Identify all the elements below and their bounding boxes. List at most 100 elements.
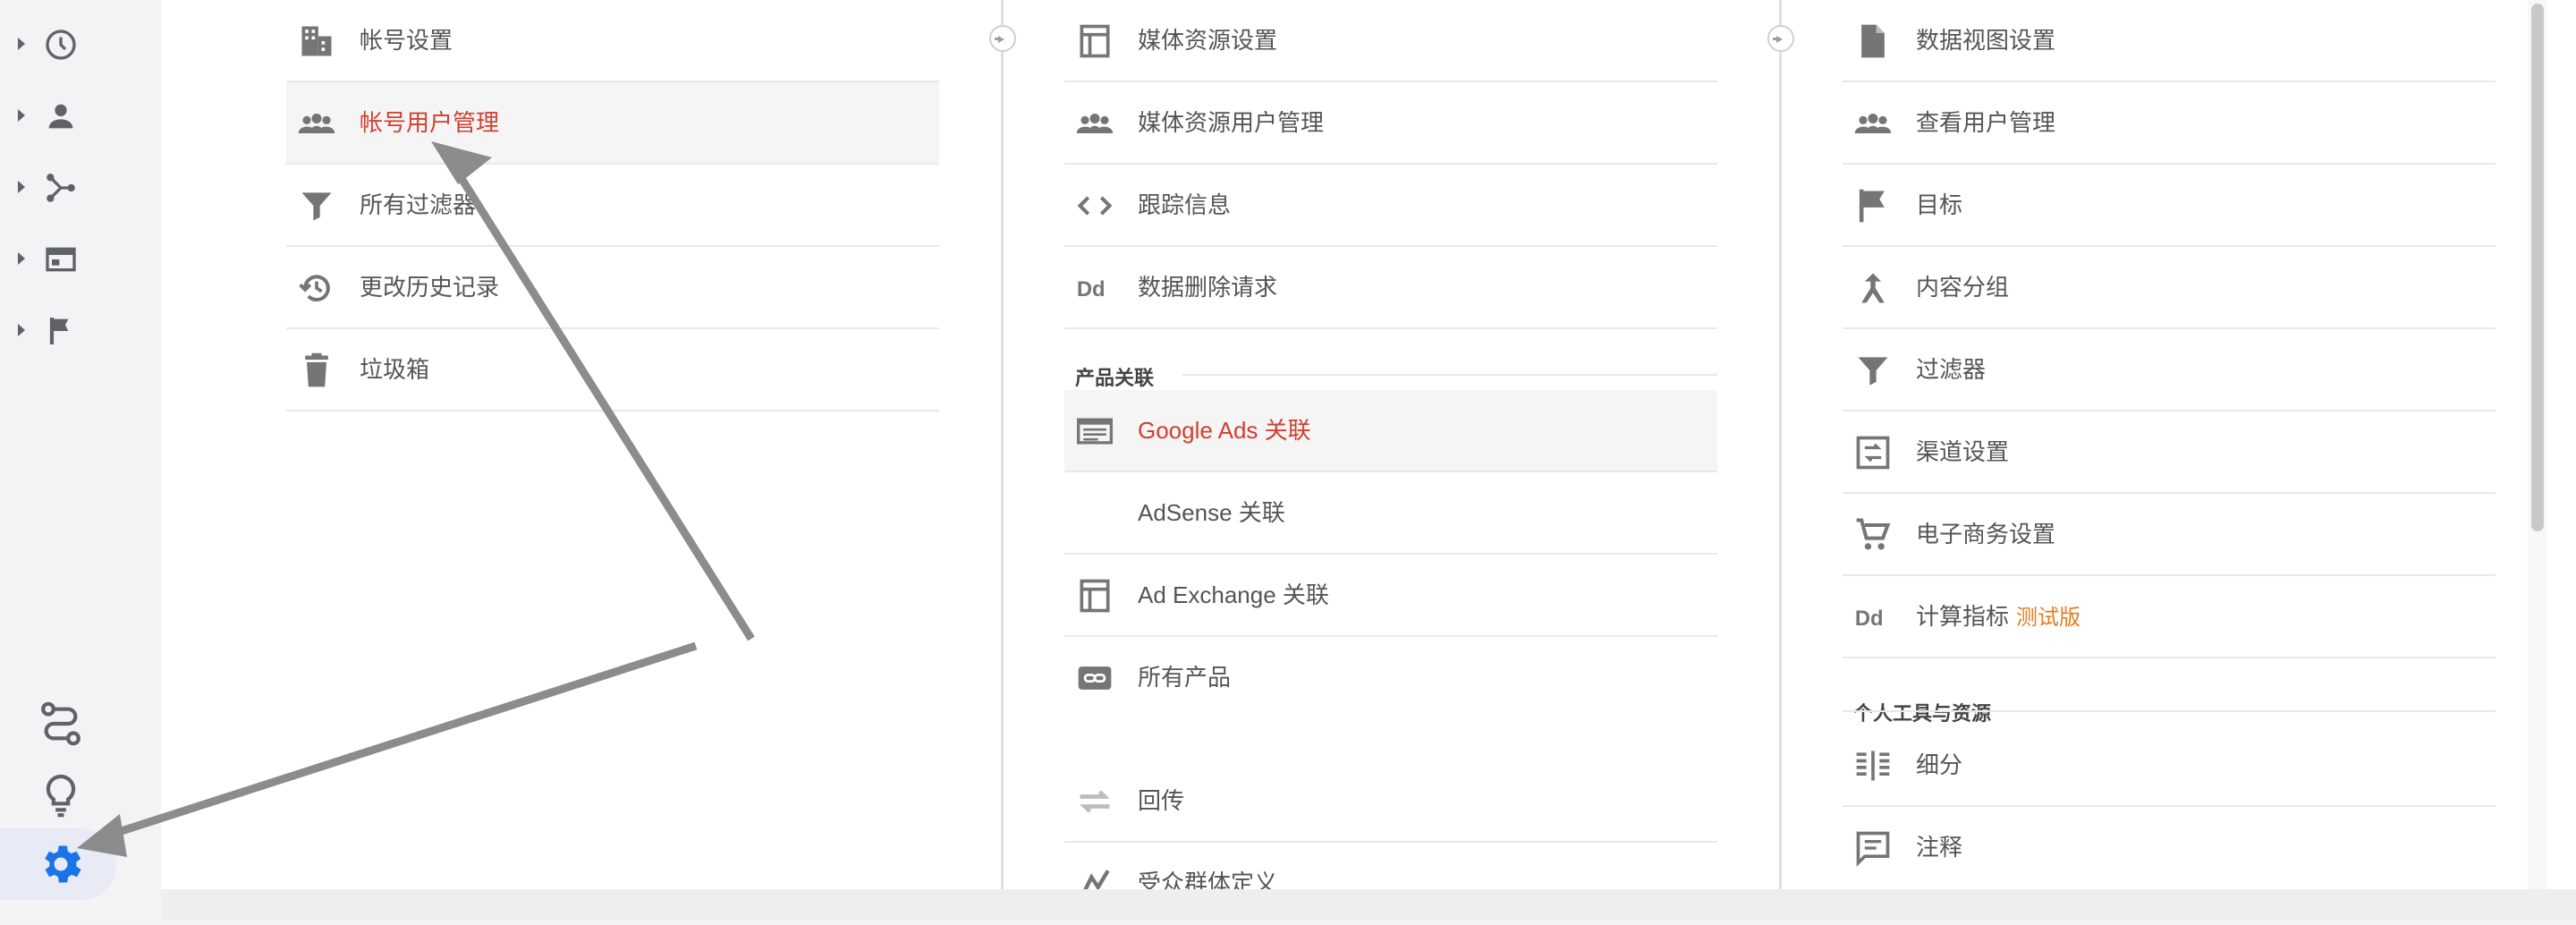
annotations-row[interactable]: 注释 (1843, 807, 2496, 889)
property-user-management-row[interactable]: 媒体资源用户管理 (1064, 82, 1717, 165)
history-icon (299, 275, 330, 301)
account-user-management-row[interactable]: 帐号用户管理 (286, 82, 939, 165)
lightbulb-icon[interactable] (36, 770, 86, 820)
postback-icon (1080, 790, 1110, 813)
calculated-metrics-row[interactable]: Dd 计算指标 测试版 (1843, 576, 2496, 658)
rail-item-conversions[interactable] (18, 304, 116, 358)
channel-settings-row[interactable]: 渠道设置 (1843, 412, 2496, 494)
svg-text:Dd: Dd (1855, 607, 1884, 631)
view-user-management-row[interactable]: 查看用户管理 (1843, 82, 2496, 165)
row-label: 跟踪信息 (1138, 191, 1232, 218)
product-linking-section-title: 产品关联 (1075, 367, 1155, 389)
trash-icon (305, 352, 328, 387)
beta-badge: 测试版 (2016, 606, 2081, 630)
row-label: 目标 (1916, 191, 1963, 218)
row-label: 电子商务设置 (1916, 521, 2056, 547)
row-label: 更改历史记录 (360, 274, 500, 301)
scrollbar-thumb[interactable] (2531, 4, 2544, 531)
grouping-icon (1861, 273, 1885, 303)
column-arrow-icon (989, 25, 1016, 52)
view-settings-row[interactable]: 数据视图设置 (1843, 0, 2496, 82)
flag-icon (1859, 189, 1885, 223)
filter-icon (1858, 357, 1888, 386)
content-grouping-row[interactable]: 内容分组 (1843, 247, 2496, 329)
dd-icon: Dd (1077, 277, 1106, 301)
ecommerce-settings-row[interactable]: 电子商务设置 (1843, 494, 2496, 576)
data-deletion-row[interactable]: Dd 数据删除请求 (1064, 247, 1717, 329)
filter-icon (301, 192, 332, 221)
rail-item-audience[interactable] (18, 89, 116, 143)
section-divider (1182, 374, 1717, 376)
row-label: Ad Exchange 关联 (1138, 581, 1329, 608)
property-settings-row[interactable]: 媒体资源设置 (1064, 0, 1717, 82)
personal-tools-section-title: 个人工具与资源 (1853, 702, 1992, 725)
rail-item-realtime[interactable] (18, 18, 116, 72)
fork-icon (47, 174, 75, 202)
browser-icon (46, 247, 76, 272)
row-label: 注释 (1916, 834, 1963, 861)
clock-icon (46, 30, 76, 60)
adsense-linking-row[interactable]: AdSense 关联 (1064, 472, 1717, 555)
row-label: AdSense 关联 (1138, 499, 1285, 526)
tracking-info-row[interactable]: 跟踪信息 (1064, 165, 1717, 247)
admin-content: 帐号设置 帐号用户管理 所有过滤器 更改历史记录 垃圾箱 媒体资源设置 媒体资源… (161, 0, 2576, 898)
gear-icon[interactable] (36, 839, 86, 889)
row-label: 所有过滤器 (360, 191, 477, 218)
rail-item-acquisition[interactable] (18, 161, 116, 215)
channel-icon (1856, 436, 1890, 470)
segments-row[interactable]: 细分 (1843, 725, 2496, 807)
svg-text:Dd: Dd (1077, 277, 1106, 301)
row-label: 帐号设置 (360, 27, 453, 54)
layout-icon (1080, 579, 1110, 613)
row-label: 渠道设置 (1916, 438, 2010, 465)
row-label: 内容分组 (1916, 274, 2010, 301)
calculated-metrics-label: 计算指标 (1916, 603, 2010, 630)
expand-caret-icon (18, 181, 25, 193)
filters-row[interactable]: 过滤器 (1843, 329, 2496, 412)
row-label: 回传 (1138, 787, 1185, 814)
users-icon (298, 114, 335, 133)
change-history-row[interactable]: 更改历史记录 (286, 247, 939, 329)
dd-icon: Dd (1855, 607, 1884, 631)
expand-caret-icon (18, 324, 25, 336)
property-column: 媒体资源设置 媒体资源用户管理 跟踪信息 Dd 数据删除请求 产品关联 Goog… (1064, 0, 1717, 898)
row-label: 细分 (1916, 751, 1963, 778)
users-icon (1854, 114, 1892, 133)
google-ads-linking-row[interactable]: Google Ads 关联 (1064, 390, 1717, 472)
account-settings-row[interactable]: 帐号设置 (286, 0, 939, 82)
code-icon (1077, 196, 1113, 216)
postback-row[interactable]: 回传 (1064, 760, 1717, 843)
layout-icon (1080, 24, 1110, 58)
section-divider (1843, 710, 2496, 712)
goals-row[interactable]: 目标 (1843, 165, 2496, 247)
segment-icon (1856, 751, 1890, 781)
all-filters-row[interactable]: 所有过滤器 (286, 165, 939, 247)
building-icon (301, 26, 332, 56)
account-column: 帐号设置 帐号用户管理 所有过滤器 更改历史记录 垃圾箱 (286, 0, 939, 889)
row-label: 数据视图设置 (1916, 27, 2056, 54)
row-label: 媒体资源用户管理 (1138, 109, 1325, 136)
document-icon (1861, 24, 1885, 58)
expand-caret-icon (18, 38, 25, 50)
row-label: 媒体资源设置 (1138, 27, 1278, 54)
row-label: 帐号用户管理 (360, 109, 500, 136)
expand-caret-icon (18, 109, 25, 122)
view-column: 数据视图设置 查看用户管理 目标 内容分组 过滤器 渠道设置 电子商务设置 Dd… (1843, 0, 2496, 889)
row-label: 查看用户管理 (1916, 109, 2056, 136)
ad-exchange-linking-row[interactable]: Ad Exchange 关联 (1064, 555, 1717, 637)
route-icon[interactable] (36, 699, 86, 749)
all-products-row[interactable]: 所有产品 (1064, 637, 1717, 719)
left-nav-rail (0, 0, 161, 920)
comment-icon (1856, 831, 1890, 867)
trash-row[interactable]: 垃圾箱 (286, 329, 939, 412)
row-label: 垃圾箱 (360, 356, 430, 383)
row-label: Google Ads 关联 (1138, 417, 1311, 444)
person-icon (48, 104, 73, 129)
row-label: 所有产品 (1138, 664, 1232, 691)
ads-icon (1077, 418, 1113, 445)
row-label: 数据删除请求 (1138, 274, 1278, 301)
users-icon (1076, 114, 1114, 133)
row-label: 计算指标 测试版 (1916, 601, 2080, 633)
column-divider (1001, 0, 1004, 889)
rail-item-behavior[interactable] (18, 233, 116, 286)
